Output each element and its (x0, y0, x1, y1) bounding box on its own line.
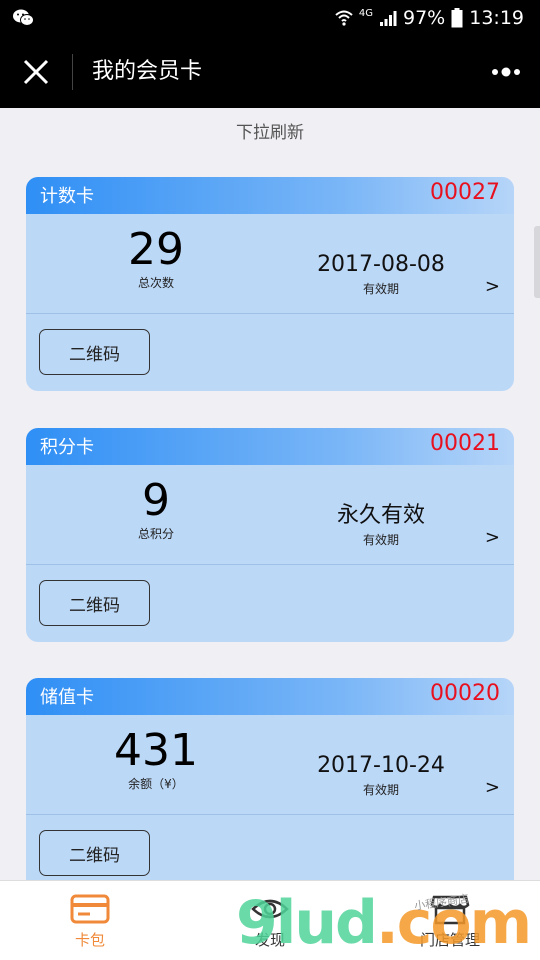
card-body[interactable]: 29 总次数 2017-08-08 有效期 > (26, 214, 514, 314)
card-main-value: 29 (128, 224, 184, 275)
battery-icon (451, 8, 463, 28)
tab-bar: 卡包 发现 门店管理 (0, 880, 540, 960)
card-number: 00021 (430, 431, 500, 456)
tab-label: 卡包 (74, 931, 105, 949)
status-bar: 4G 97% 13:19 (0, 0, 540, 36)
card-expiry-caption: 有效期 (362, 533, 399, 547)
eye-icon (251, 899, 289, 919)
network-type: 4G (358, 7, 373, 19)
wifi-icon (335, 10, 353, 26)
tab-store-management[interactable]: 门店管理 (360, 881, 540, 960)
tab-card-wallet[interactable]: 卡包 (0, 881, 180, 960)
chevron-right-icon[interactable]: > (485, 276, 500, 297)
card-type: 计数卡 (40, 186, 94, 207)
signal-icon (380, 11, 397, 26)
wechat-icon (13, 9, 34, 26)
card-expiry: 永久有效 (336, 503, 425, 528)
card-type: 储值卡 (40, 687, 94, 708)
card-expiry: 2017-08-08 (317, 252, 445, 277)
tab-discover[interactable]: 发现 (180, 881, 360, 960)
card-main-value: 9 (142, 475, 170, 526)
more-icon[interactable] (490, 64, 522, 80)
card-expiry: 2017-10-24 (317, 753, 445, 778)
store-icon (430, 895, 470, 925)
scroll-edge (534, 226, 540, 298)
card-header: 积分卡 00021 (26, 428, 514, 465)
card-number: 00027 (430, 180, 500, 205)
card-body[interactable]: 9 总积分 永久有效 有效期 > (26, 465, 514, 565)
member-card-points[interactable]: 积分卡 00021 9 总积分 永久有效 有效期 > 二维码 (26, 428, 514, 642)
member-card-count[interactable]: 计数卡 00027 29 总次数 2017-08-08 有效期 > 二维码 (26, 177, 514, 391)
close-icon[interactable] (20, 56, 52, 88)
card-header: 储值卡 00020 (26, 678, 514, 715)
card-header: 计数卡 00027 (26, 177, 514, 214)
tab-label: 门店管理 (419, 931, 480, 949)
chevron-right-icon[interactable]: > (485, 527, 500, 548)
card-main-caption: 余额（¥） (128, 777, 184, 791)
card-type: 积分卡 (40, 437, 94, 458)
qr-code-button[interactable]: 二维码 (39, 830, 150, 876)
card-body[interactable]: 431 余额（¥） 2017-10-24 有效期 > (26, 715, 514, 815)
card-main-value: 431 (114, 725, 198, 776)
qr-code-button[interactable]: 二维码 (39, 329, 150, 375)
card-wallet-icon (70, 894, 110, 924)
tab-label: 发现 (254, 931, 285, 949)
nav-bar: 我的会员卡 (0, 36, 540, 108)
battery-percent: 97% (403, 7, 446, 29)
member-card-stored-value[interactable]: 储值卡 00020 431 余额（¥） 2017-10-24 有效期 > 二维码 (26, 678, 514, 892)
pull-to-refresh-hint: 下拉刷新 (236, 123, 304, 143)
qr-code-button[interactable]: 二维码 (39, 580, 150, 626)
card-main-caption: 总积分 (137, 527, 174, 541)
card-number: 00020 (430, 681, 500, 706)
card-main-caption: 总次数 (137, 276, 174, 290)
clock: 13:19 (469, 7, 524, 29)
card-expiry-caption: 有效期 (362, 282, 399, 296)
card-expiry-caption: 有效期 (362, 783, 399, 797)
page-title: 我的会员卡 (92, 59, 203, 84)
nav-divider (72, 54, 73, 90)
chevron-right-icon[interactable]: > (485, 777, 500, 798)
